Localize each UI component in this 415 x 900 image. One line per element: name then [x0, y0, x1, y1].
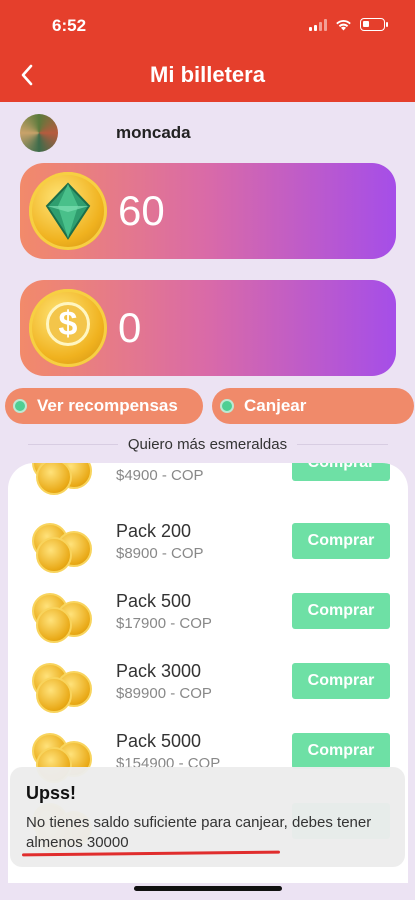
buy-button[interactable]: Comprar — [292, 463, 390, 481]
signal-icon — [309, 19, 327, 31]
avatar[interactable] — [20, 114, 58, 152]
buy-button[interactable]: Comprar — [292, 733, 390, 769]
dollar-coin-icon: $ — [46, 302, 90, 346]
page-title: Mi billetera — [150, 62, 265, 87]
buy-button[interactable]: Comprar — [292, 593, 390, 629]
pack-item: Pack 200 $8900 - COP Comprar — [8, 511, 408, 581]
pack-name: Pack 500 — [116, 591, 192, 611]
home-indicator[interactable] — [134, 886, 282, 891]
toast-title: Upss! — [26, 783, 77, 803]
coin-balance-card: $ 0 — [20, 280, 396, 376]
status-time: 6:52 — [52, 16, 87, 35]
pack-price: $4900 - COP — [116, 467, 204, 484]
pack-item: $4900 - COP Comprar — [8, 463, 408, 503]
pack-name: Pack 5000 — [116, 731, 202, 751]
wifi-icon — [336, 19, 351, 31]
emerald-badge — [29, 172, 107, 250]
battery-icon — [360, 18, 388, 31]
coin-stack-icon — [30, 519, 96, 573]
username: moncada — [116, 123, 191, 142]
view-rewards-label: Ver recompensas — [37, 396, 178, 415]
emerald-balance-card: 60 — [20, 163, 396, 259]
redeem-dot-icon — [220, 399, 234, 413]
user-row: moncada — [20, 114, 191, 152]
pack-item: Pack 3000 $89900 - COP Comprar — [8, 651, 408, 721]
coin-stack-icon — [30, 589, 96, 643]
rewards-dot-icon — [13, 399, 27, 413]
buy-button[interactable]: Comprar — [292, 523, 390, 559]
pack-price: $17900 - COP — [116, 615, 212, 632]
pack-price: $8900 - COP — [116, 545, 204, 562]
pack-name: Pack 200 — [116, 521, 192, 541]
pack-item: Pack 500 $17900 - COP Comprar — [8, 581, 408, 651]
coin-stack-icon — [30, 659, 96, 713]
toast-message: No tienes saldo suficiente para canjear,… — [26, 814, 372, 851]
view-rewards-button[interactable]: Ver recompensas — [5, 388, 203, 424]
coin-stack-icon — [30, 463, 96, 495]
coin-balance: 0 — [118, 304, 142, 351]
status-bar: 6:52 — [0, 0, 415, 50]
navigation-bar: Mi billetera — [0, 50, 415, 102]
emerald-balance: 60 — [118, 187, 165, 234]
status-icons — [309, 18, 388, 31]
emerald-icon — [45, 182, 91, 240]
redeem-button[interactable]: Canjear — [212, 388, 414, 424]
buy-button[interactable]: Comprar — [292, 663, 390, 699]
pack-price: $89900 - COP — [116, 685, 212, 702]
section-title-text: Quiero más esmeraldas — [117, 436, 298, 453]
coin-badge: $ — [29, 289, 107, 367]
pack-name: Pack 3000 — [116, 661, 202, 681]
section-title: Quiero más esmeraldas — [0, 436, 415, 453]
redeem-label: Canjear — [244, 396, 307, 415]
